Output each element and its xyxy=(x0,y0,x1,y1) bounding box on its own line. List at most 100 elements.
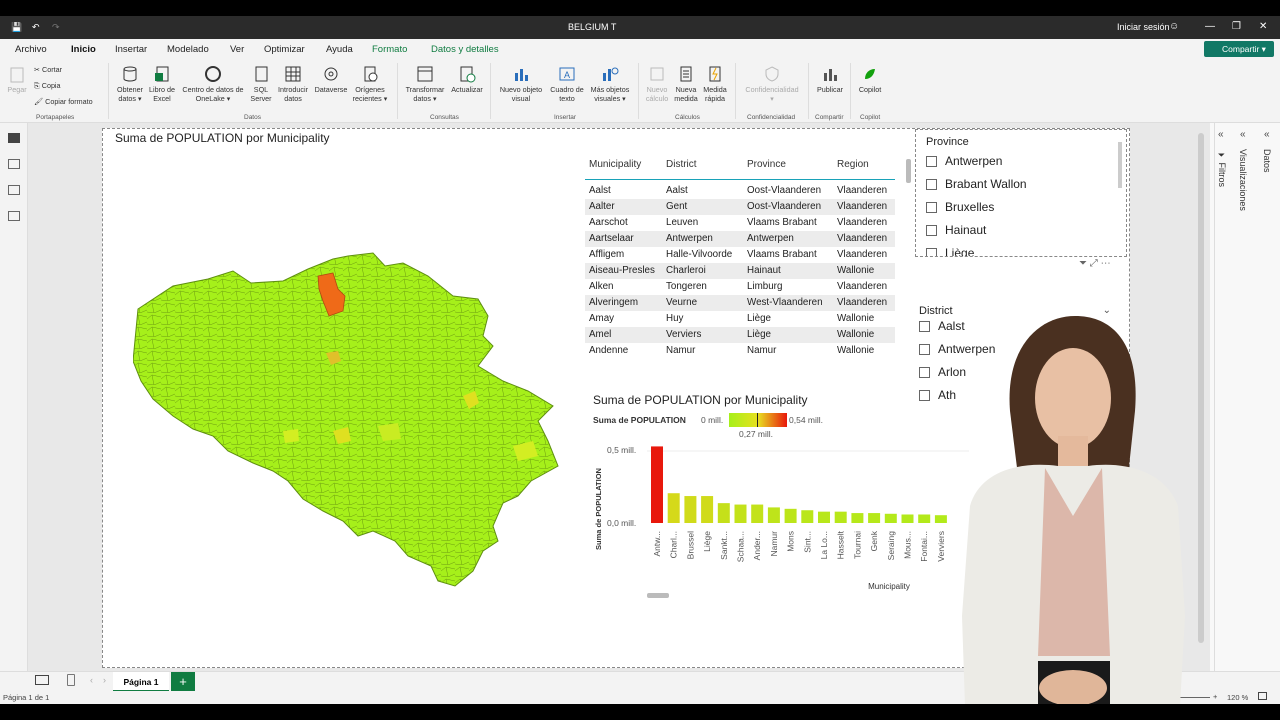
col-header-province[interactable]: Province xyxy=(747,159,786,170)
dataverse-button[interactable]: Dataverse xyxy=(312,65,350,94)
bar[interactable] xyxy=(651,446,663,523)
bar[interactable] xyxy=(818,511,830,523)
bar[interactable] xyxy=(834,511,847,523)
refresh-button[interactable]: Actualizar xyxy=(449,65,485,94)
checkbox[interactable] xyxy=(919,321,930,333)
bar-plot[interactable]: Suma de POPULATION 0,5 mill. 0,0 mill. Antw… xyxy=(589,439,979,603)
model-view-icon[interactable] xyxy=(8,185,20,195)
table-view-icon[interactable] xyxy=(8,159,20,169)
menu-archivo[interactable]: Archivo xyxy=(15,44,47,55)
menu-optimizar[interactable]: Optimizar xyxy=(264,44,305,55)
table-row[interactable]: Affligem Halle-Vilvoorde Vlaams Brabant Vla… xyxy=(585,247,895,263)
bar[interactable] xyxy=(801,510,814,523)
table-row[interactable]: Aalst Aalst Oost-Vlaanderen Vlaanderen xyxy=(585,183,895,199)
table-row[interactable]: Aarschot Leuven Vlaams Brabant Vlaanderen xyxy=(585,215,895,231)
bar[interactable] xyxy=(784,508,797,523)
bar[interactable] xyxy=(851,513,864,523)
col-header-municipality[interactable]: Municipality xyxy=(589,159,641,170)
signin-link[interactable]: Iniciar sesión xyxy=(1117,22,1170,32)
chart-hscrollbar[interactable] xyxy=(647,593,669,598)
checkbox[interactable] xyxy=(926,179,937,191)
col-header-region[interactable]: Region xyxy=(837,159,869,170)
dax-view-icon[interactable] xyxy=(8,211,20,221)
more-visuals-button[interactable]: Más objetos visuales ▾ xyxy=(588,65,632,103)
add-page-button[interactable]: + xyxy=(171,672,195,692)
close-icon[interactable]: ✕ xyxy=(1259,21,1267,32)
publish-button[interactable]: Publicar xyxy=(814,65,846,94)
collapse-data-icon[interactable]: « xyxy=(1264,129,1270,140)
table-scrollbar[interactable] xyxy=(906,159,911,183)
province-slicer-item[interactable]: Antwerpen xyxy=(926,154,1002,168)
table-row[interactable]: Aalter Gent Oost-Vlaanderen Vlaanderen xyxy=(585,199,895,215)
bar[interactable] xyxy=(734,504,747,523)
bar[interactable] xyxy=(667,493,680,523)
format-painter-button[interactable]: 🖌 Copiar formato xyxy=(34,97,93,106)
col-header-district[interactable]: District xyxy=(666,159,697,170)
checkbox[interactable] xyxy=(919,367,930,379)
bar[interactable] xyxy=(701,496,714,523)
province-scrollbar[interactable] xyxy=(1118,142,1122,188)
menu-formato[interactable]: Formato xyxy=(372,44,407,55)
checkbox[interactable] xyxy=(926,202,937,214)
bar[interactable] xyxy=(868,513,881,523)
table-row[interactable]: Amay Huy Liège Wallonie xyxy=(585,311,895,327)
mobile-layout-icon[interactable] xyxy=(67,674,75,686)
bar[interactable] xyxy=(884,513,897,523)
province-slicer-item[interactable]: Bruxelles xyxy=(926,200,994,214)
new-measure-button[interactable]: Nueva medida xyxy=(672,65,700,103)
undo-icon[interactable]: ↶ xyxy=(32,22,40,33)
desktop-layout-icon[interactable] xyxy=(35,675,49,685)
prev-page-icon[interactable]: ‹ xyxy=(90,675,93,685)
bar-chart[interactable]: Suma de POPULATION por Municipality Suma… xyxy=(589,393,979,603)
menu-insertar[interactable]: Insertar xyxy=(115,44,147,55)
get-data-button[interactable]: Obtener datos ▾ xyxy=(114,65,146,103)
excel-button[interactable]: Libro de Excel xyxy=(147,65,177,103)
belgium-map[interactable] xyxy=(133,241,563,601)
menu-datos-detalles[interactable]: Datos y detalles xyxy=(431,44,499,55)
checkbox[interactable] xyxy=(926,248,937,256)
table-row[interactable]: Alken Tongeren Limburg Vlaanderen xyxy=(585,279,895,295)
textbox-button[interactable]: A Cuadro de texto xyxy=(547,65,587,103)
bar[interactable] xyxy=(767,507,780,523)
table-row[interactable]: Andenne Namur Namur Wallonie xyxy=(585,343,895,359)
bar[interactable] xyxy=(934,515,947,523)
new-visual-button[interactable]: Nuevo objeto visual xyxy=(496,65,546,103)
enter-data-button[interactable]: Introducir datos xyxy=(275,65,311,103)
collapse-filters-icon[interactable]: « xyxy=(1218,129,1224,140)
table-row[interactable]: Aiseau-Presles Charleroi Hainaut Wallonie xyxy=(585,263,895,279)
transform-button[interactable]: Transformar datos ▾ xyxy=(403,65,447,103)
table-row[interactable]: Alveringem Veurne West-Vlaanderen Vlaandere… xyxy=(585,295,895,311)
paste-button[interactable]: Pegar xyxy=(6,65,28,94)
user-icon[interactable]: ☺ xyxy=(1169,21,1179,32)
bar[interactable] xyxy=(717,503,730,523)
sensitivity-button[interactable]: Confidencialidad ▾ xyxy=(741,65,803,103)
share-button[interactable]: Compartir ▾ xyxy=(1204,41,1274,57)
data-pane-label[interactable]: Datos xyxy=(1262,149,1272,173)
visual-header-icons[interactable]: ⏷ ⤢ ⋯ xyxy=(1079,258,1111,269)
table-row[interactable]: Amel Verviers Liège Wallonie xyxy=(585,327,895,343)
redo-icon[interactable]: ↷ xyxy=(52,22,60,33)
bar[interactable] xyxy=(751,504,764,523)
checkbox[interactable] xyxy=(919,344,930,356)
minimize-icon[interactable]: — xyxy=(1205,21,1215,32)
report-view-icon[interactable] xyxy=(8,133,20,143)
collapse-vis-icon[interactable]: « xyxy=(1240,129,1246,140)
chevron-down-icon[interactable]: ⌄ xyxy=(1103,305,1111,316)
quick-measure-button[interactable]: Medida rápida xyxy=(701,65,729,103)
save-icon[interactable]: 💾 xyxy=(11,22,22,33)
bar[interactable] xyxy=(918,514,931,523)
table-row[interactable]: Aartselaar Antwerpen Antwerpen Vlaanderen xyxy=(585,231,895,247)
cut-button[interactable]: ✂ Cortar xyxy=(34,65,62,74)
copilot-button[interactable]: Copilot xyxy=(855,65,885,94)
checkbox[interactable] xyxy=(926,156,937,168)
recent-sources-button[interactable]: Orígenes recientes ▾ xyxy=(351,65,389,103)
new-calc-button[interactable]: Nuevo cálculo xyxy=(644,65,670,103)
province-slicer-item[interactable]: Hainaut xyxy=(926,223,986,237)
sql-button[interactable]: SQL Server xyxy=(249,65,273,103)
bar[interactable] xyxy=(684,496,697,523)
zoom-in-icon[interactable]: + xyxy=(1213,692,1217,701)
next-page-icon[interactable]: › xyxy=(103,675,106,685)
visualizations-pane-label[interactable]: Visualizaciones xyxy=(1238,149,1248,211)
filters-pane-label[interactable]: ⏷ Filtros xyxy=(1217,151,1227,187)
menu-modelado[interactable]: Modelado xyxy=(167,44,209,55)
